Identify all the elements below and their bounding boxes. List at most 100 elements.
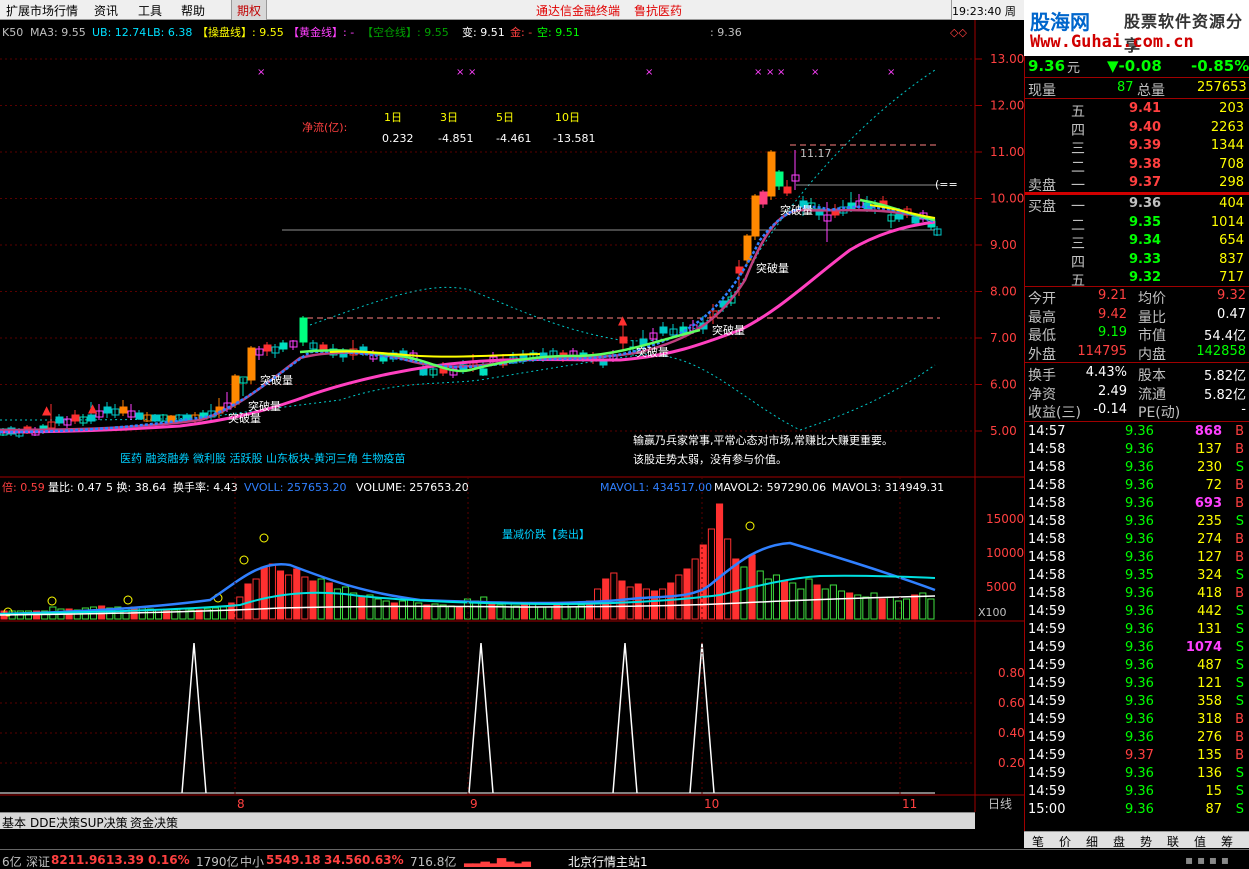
tick-side: S <box>1235 802 1244 817</box>
tick-price: 9.36 <box>1125 712 1154 727</box>
volume-bar <box>878 598 886 620</box>
x-axis-label: 11 <box>902 797 917 811</box>
book-price: 9.35 <box>1129 214 1162 230</box>
clock: 19:23:40 周四 <box>951 0 1024 34</box>
tick-time: 14:58 <box>1028 514 1066 529</box>
panel-tab[interactable]: 筹 <box>1221 833 1233 850</box>
tick-row: 14:59 9.36 1074 S <box>1025 639 1249 657</box>
tab-dde[interactable]: DDE决策 <box>30 814 80 831</box>
panel-tab[interactable]: 细 <box>1086 833 1098 850</box>
svg-text:×: × <box>754 67 762 78</box>
tick-row: 14:59 9.36 442 S <box>1025 603 1249 621</box>
x-axis-label: 10 <box>704 797 719 811</box>
panel-tab[interactable]: 值 <box>1194 833 1206 850</box>
book-volume: 654 <box>1219 233 1244 248</box>
ub-label: UB: 12.74 <box>92 26 146 39</box>
zoom-reset-button[interactable]: 0 <box>1012 814 1020 828</box>
tick-time: 14:58 <box>1028 496 1066 511</box>
tick-row: 14:59 9.37 135 B <box>1025 747 1249 765</box>
breakthrough-label: 突破量 <box>636 345 669 359</box>
candle <box>55 416 64 424</box>
price-axis-label: 7.00 <box>990 331 1017 345</box>
tick-row: 14:58 9.36 274 B <box>1025 531 1249 549</box>
tick-side: S <box>1235 658 1244 673</box>
buy-level-row: 五 9.32 717 <box>1025 269 1249 289</box>
tick-volume: 324 <box>1197 568 1222 583</box>
panel-tab[interactable]: 价 <box>1059 833 1071 850</box>
tick-row: 15:00 9.36 87 S <box>1025 801 1249 819</box>
price-axis-label: 12.00 <box>990 99 1024 113</box>
netflow-v3: -4.851 <box>438 132 473 145</box>
tick-price: 9.36 <box>1125 622 1154 637</box>
menu-item-help[interactable]: 帮助 <box>181 2 205 19</box>
menu-item-tools[interactable]: 工具 <box>138 2 162 19</box>
status-zx-change: 34.56 <box>324 853 362 867</box>
tick-time: 14:59 <box>1028 712 1066 727</box>
buy-level-row: 二 9.35 1014 <box>1025 214 1249 234</box>
options-button[interactable]: 期权 <box>231 0 267 20</box>
tick-time: 14:58 <box>1028 586 1066 601</box>
tick-price: 9.37 <box>1125 748 1154 763</box>
vol-scale-label: X100 <box>978 606 1007 619</box>
tick-volume: 693 <box>1194 496 1222 511</box>
breakthrough-label: 突破量 <box>756 261 789 275</box>
svg-text:×: × <box>811 67 819 78</box>
status-sz-pct: 0.16% <box>148 853 190 867</box>
tick-row: 14:58 9.36 418 B <box>1025 585 1249 603</box>
panel-tab[interactable]: 笔 <box>1032 833 1044 850</box>
promo-link-terminal[interactable]: 通达信金融终端 <box>536 2 620 19</box>
tick-side: S <box>1235 694 1244 709</box>
volume-bar <box>650 590 659 620</box>
site-logo: 股海网 股票软件资源分享 Www.Guhai.com.cn <box>1024 0 1249 56</box>
stat-value: 142858 <box>1196 343 1246 359</box>
tick-row: 14:58 9.35 324 S <box>1025 567 1249 585</box>
menu-item-extended-market[interactable]: 扩展市场行情 <box>6 2 78 19</box>
volume-axis-label: 10000 <box>986 546 1024 560</box>
sell-level-row: 卖盘一 9.37 298 <box>1025 174 1249 194</box>
tick-time: 14:58 <box>1028 460 1066 475</box>
netflow-v10: -13.581 <box>553 132 595 145</box>
vol-mavol2: MAVOL2: 597290.06 <box>714 481 826 494</box>
stat-row: 最高 9.42 量比 0.47 <box>1025 306 1249 326</box>
period-daily[interactable]: 日线 <box>988 797 1012 811</box>
tick-volume: 127 <box>1197 550 1222 565</box>
price-axis-label: 5.00 <box>990 424 1017 438</box>
panel-tab[interactable]: 联 <box>1167 833 1179 850</box>
tab-basic[interactable]: 基本 <box>2 814 26 831</box>
tick-price: 9.36 <box>1125 802 1154 817</box>
volume-bar <box>911 594 919 620</box>
tick-price: 9.36 <box>1125 604 1154 619</box>
settings-diamond-icon[interactable]: ◇◇ <box>950 26 967 39</box>
book-price: 9.34 <box>1129 233 1162 248</box>
price-axis-label: 6.00 <box>990 378 1017 392</box>
volume-axis-label: 5000 <box>986 580 1017 594</box>
panel-tab[interactable]: 盘 <box>1113 833 1125 850</box>
current-price: 9.36 <box>1028 57 1066 75</box>
book-volume: 203 <box>1219 101 1244 116</box>
promo-link-stock[interactable]: 鲁抗医药 <box>634 2 682 19</box>
buy-level-row: 三 9.34 654 <box>1025 232 1249 252</box>
chart-area[interactable]: K50 MA3: 9.55 UB: 12.74 LB: 6.38 【操盘线】: … <box>0 20 1024 812</box>
tab-sup[interactable]: SUP决策 <box>80 814 128 831</box>
sell-level-row: 二 9.38 708 <box>1025 156 1249 176</box>
kongcang-label: 【空仓线】: 9.55 <box>362 25 449 39</box>
ma3-label: MA3: 9.55 <box>30 26 86 39</box>
breakthrough-label: 突破量 <box>248 399 281 413</box>
tick-row: 14:58 9.36 72 B <box>1025 477 1249 495</box>
zoom-out-button[interactable]: - <box>996 814 1000 828</box>
zoom-in-button[interactable]: + <box>978 814 988 828</box>
tick-side: B <box>1235 532 1244 547</box>
volume-bar <box>813 584 821 620</box>
book-price: 9.37 <box>1129 175 1162 190</box>
sell-level-row: 五 9.41 203 <box>1025 100 1249 120</box>
status-zx-pct: 0.63% <box>362 853 404 867</box>
tab-fund[interactable]: 资金决策 <box>130 814 178 831</box>
tick-row: 14:59 9.36 136 S <box>1025 765 1249 783</box>
tick-price: 9.36 <box>1125 478 1154 493</box>
panel-tab[interactable]: 势 <box>1140 833 1152 850</box>
tick-volume: 121 <box>1197 676 1222 691</box>
menu-item-news[interactable]: 资讯 <box>94 2 118 19</box>
tick-volume: 318 <box>1197 712 1222 727</box>
status-station[interactable]: 北京行情主站1 <box>568 853 648 869</box>
book-volume: 1344 <box>1210 138 1244 153</box>
